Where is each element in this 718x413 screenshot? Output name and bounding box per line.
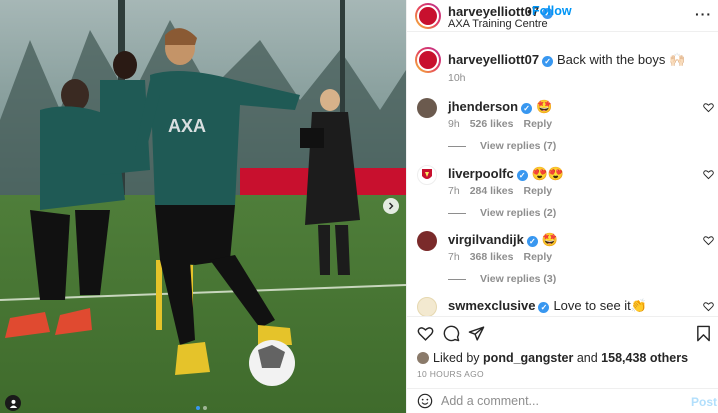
verified-badge-icon: ✓ <box>542 56 554 67</box>
caption-time: 10h <box>448 72 466 84</box>
liked-by-text: Liked by pond_gangster and 158,438 other… <box>417 351 688 365</box>
commenter-username[interactable]: swmexclusive ✓ Love to see it👏 <box>448 298 647 314</box>
liker-avatar <box>417 352 429 364</box>
liverpool-crest-icon <box>422 169 432 179</box>
share-send-icon[interactable] <box>468 325 485 342</box>
verified-badge-icon: ✓ <box>538 302 550 313</box>
user-tag-icon <box>9 399 17 408</box>
caption-author-avatar[interactable] <box>415 47 441 73</box>
commenter-avatar[interactable] <box>417 98 437 118</box>
liker-username[interactable]: pond_gangster <box>483 351 573 365</box>
commenter-username[interactable]: liverpoolfc ✓ 😍😍 <box>448 166 564 182</box>
like-heart-icon[interactable] <box>417 325 434 342</box>
post-photo[interactable]: AXA <box>0 0 406 413</box>
carousel-indicator <box>196 406 207 410</box>
post-header: harveyelliott07 ✓ • Follow AXA Training C… <box>407 0 718 32</box>
comment-likes[interactable]: 368 likes <box>470 251 514 263</box>
reply-button[interactable]: Reply <box>523 251 552 263</box>
comment-meta: 9h 526 likes Reply <box>448 118 562 130</box>
post-details-panel: harveyelliott07 ✓ • Follow AXA Training C… <box>406 0 718 413</box>
chevron-right-icon <box>389 202 394 210</box>
follow-button[interactable]: Follow <box>532 4 572 18</box>
reply-button[interactable]: Reply <box>523 185 552 197</box>
view-replies-button[interactable]: View replies (2) <box>448 207 556 219</box>
commenter-avatar[interactable] <box>417 231 437 251</box>
heart-icon[interactable] <box>703 301 714 312</box>
carousel-next-button[interactable] <box>383 198 399 214</box>
commenter-avatar[interactable] <box>417 165 437 185</box>
liked-by-and: and <box>576 351 598 365</box>
commenter-username[interactable]: virgilvandijk ✓ 🤩 <box>448 232 558 248</box>
author-avatar[interactable] <box>415 3 441 29</box>
tagged-users-button[interactable] <box>5 395 21 411</box>
emoji-icon[interactable] <box>417 393 433 409</box>
comment-text: Love to see it👏 <box>553 298 647 313</box>
comment-bubble-icon[interactable] <box>443 325 460 342</box>
verified-badge-icon: ✓ <box>521 103 533 114</box>
comment-input[interactable] <box>441 394 661 408</box>
commenter-username[interactable]: jhenderson ✓ 🤩 <box>448 99 552 115</box>
view-replies-button[interactable]: View replies (7) <box>448 140 556 152</box>
view-replies-button[interactable]: View replies (3) <box>448 273 556 285</box>
carousel-dot <box>203 406 207 410</box>
training-photo-image: AXA <box>0 0 406 413</box>
liked-by-prefix: Liked by <box>433 351 480 365</box>
post-location[interactable]: AXA Training Centre <box>448 18 548 30</box>
comment-item: swmexclusive ✓ Love to see it👏 <box>407 297 718 316</box>
caption-text: Back with the boys 🙌🏻 <box>557 52 686 67</box>
comment-item: jhenderson ✓ 🤩 9h 526 likes Reply View repli… <box>407 98 718 158</box>
separator-dot: • <box>527 4 532 19</box>
post-comment-button[interactable]: Post <box>691 395 717 409</box>
comment-text: 😍😍 <box>531 166 565 181</box>
likes-count[interactable]: 158,438 others <box>601 351 688 365</box>
comment-meta: 7h 368 likes Reply <box>448 251 562 263</box>
carousel-dot-active <box>196 406 200 410</box>
comment-text: 🤩 <box>541 232 559 247</box>
heart-icon[interactable] <box>703 102 714 113</box>
comment-likes[interactable]: 526 likes <box>470 118 514 130</box>
comment-time: 7h <box>448 251 460 263</box>
comment-time: 7h <box>448 185 460 197</box>
caption-username[interactable]: harveyelliott07 ✓ <box>448 52 554 67</box>
more-options-icon[interactable]: ··· <box>695 6 712 22</box>
comment-item: liverpoolfc ✓ 😍😍 7h 284 likes Reply View rep… <box>407 165 718 225</box>
shirt-sponsor-text: AXA <box>168 116 206 136</box>
commenter-avatar[interactable] <box>417 297 437 316</box>
comment-likes[interactable]: 284 likes <box>470 185 514 197</box>
comment-text: 🤩 <box>536 99 553 114</box>
add-comment-bar: Post <box>407 388 718 413</box>
post-timestamp: 10 HOURS AGO <box>417 369 484 379</box>
comment-meta: 7h 284 likes Reply <box>448 185 562 197</box>
heart-icon[interactable] <box>703 169 714 180</box>
verified-badge-icon: ✓ <box>516 170 528 181</box>
reply-button[interactable]: Reply <box>523 118 552 130</box>
bookmark-icon[interactable] <box>696 325 711 342</box>
heart-icon[interactable] <box>703 235 714 246</box>
verified-badge-icon: ✓ <box>526 236 538 247</box>
comment-time: 9h <box>448 118 460 130</box>
comment-item: virgilvandijk ✓ 🤩 7h 368 likes Reply View re… <box>407 231 718 291</box>
